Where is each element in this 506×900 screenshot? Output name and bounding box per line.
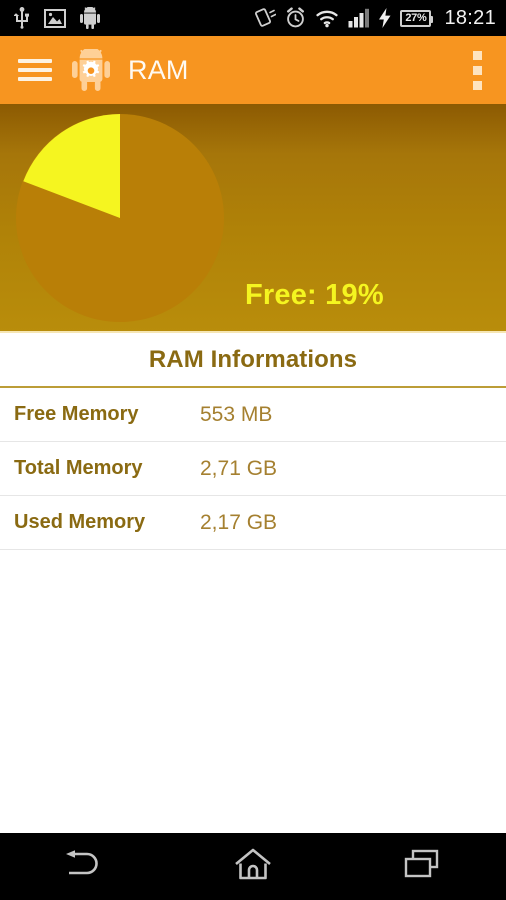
recent-apps-icon [402,848,442,885]
home-icon [233,847,273,886]
overflow-dot [473,65,482,75]
back-button[interactable] [0,847,169,886]
hamburger-bar [18,68,52,72]
table-row: Free Memory 553 MB [0,388,506,442]
home-button[interactable] [169,847,338,886]
status-bar: 27% 18:21 [0,0,506,36]
app-bar: RAM [0,36,506,104]
charging-bolt-icon [379,8,391,28]
section-title: RAM Informations [148,346,358,373]
wifi-icon [315,8,339,28]
recent-apps-button[interactable] [337,848,506,885]
used-memory-label: Used Memory [14,511,146,533]
free-memory-label: Free Memory [14,403,139,425]
ram-informations-section: RAM Informations Free Memory 553 MB Tota… [0,333,506,550]
back-arrow-icon [61,847,107,886]
free-percent-label: Free: 19% [245,279,384,311]
image-icon [44,8,66,28]
android-gear-icon [72,47,110,91]
battery-percent-label: 27% [405,12,427,24]
status-bar-clock: 18:21 [444,6,496,29]
section-divider [0,386,506,388]
page-title: RAM [128,54,189,85]
android-navigation-bar [0,833,506,900]
overflow-dot [473,50,482,60]
status-bar-left-icons [14,7,100,29]
ram-pie-chart [12,110,228,331]
table-row: Total Memory 2,71 GB [0,442,506,496]
total-memory-label: Total Memory [14,457,143,479]
used-memory-value: 2,17 GB [200,510,278,534]
rotation-lock-icon [254,7,277,29]
alarm-clock-icon [285,7,306,29]
usb-icon [14,7,30,29]
signal-bars-icon [348,8,370,28]
android-icon [80,7,100,29]
hamburger-bar [18,77,52,81]
free-memory-value: 553 MB [200,402,273,426]
hamburger-bar [18,59,52,63]
overflow-dot [473,80,482,90]
total-memory-value: 2,71 GB [200,456,278,480]
table-row: Used Memory 2,17 GB [0,496,506,550]
status-bar-right-icons: 27% 18:21 [254,7,496,30]
battery-status: 27% [400,9,434,27]
ram-chart-panel: Free: 19% [0,104,506,333]
overflow-menu-icon[interactable] [465,45,490,96]
hamburger-menu-icon[interactable] [18,57,52,83]
